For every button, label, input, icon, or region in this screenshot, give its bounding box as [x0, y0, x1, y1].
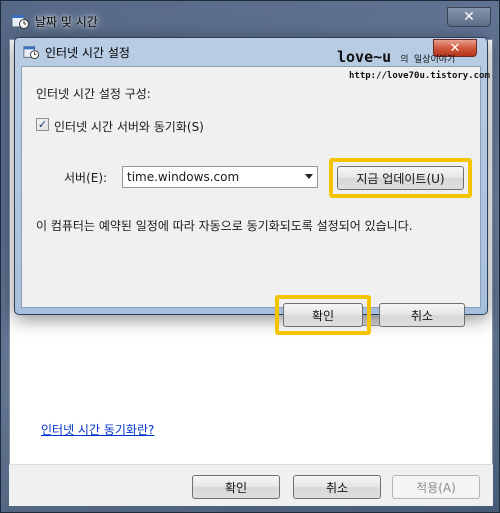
window-title: 날짜 및 시간 — [35, 14, 98, 29]
apply-button[interactable]: 적용(A) — [392, 475, 480, 499]
dialog-title: 인터넷 시간 설정 — [45, 45, 130, 60]
cancel-button[interactable]: 취소 — [293, 475, 381, 499]
date-time-titlebar: 날짜 및 시간 — [1, 1, 499, 41]
sync-checkbox[interactable]: ✓ — [36, 118, 49, 131]
clock-calendar-icon — [23, 46, 39, 60]
config-label: 인터넷 시간 설정 구성: — [36, 87, 151, 101]
server-label: 서버(E): — [64, 171, 108, 185]
dialog-cancel-button[interactable]: 취소 — [379, 303, 465, 327]
watermark-url: http://love70u.tistory.com — [349, 71, 490, 81]
ok-button[interactable]: 확인 — [192, 475, 280, 499]
watermark-title-suffix: 의 일상이야기 — [400, 55, 456, 65]
watermark-title: love~u 의 일상이야기 — [337, 48, 455, 66]
status-message: 이 컴퓨터는 예약된 일정에 따라 자동으로 동기화되도록 설정되어 있습니다. — [36, 219, 413, 233]
chevron-down-icon — [305, 174, 313, 179]
dialog-ok-button[interactable]: 확인 — [283, 303, 363, 327]
window-close-button[interactable]: ✕ — [447, 7, 491, 27]
check-icon: ✓ — [37, 118, 48, 131]
internet-time-help-link[interactable]: 인터넷 시간 동기화란? — [41, 421, 154, 438]
clock-calendar-icon — [11, 14, 29, 29]
internet-time-dialog: 인터넷 시간 설정 ✕ 인터넷 시간 설정 구성: ✓ 인터넷 시간 서버와 동… — [14, 37, 490, 335]
watermark-title-main: love~u — [337, 48, 392, 66]
close-icon: ✕ — [463, 9, 475, 25]
dialog-body: 인터넷 시간 설정 구성: ✓ 인터넷 시간 서버와 동기화(S) 서버(E):… — [21, 66, 481, 335]
server-select[interactable]: time.windows.com — [122, 166, 318, 188]
server-value: time.windows.com — [127, 170, 240, 184]
update-now-button[interactable]: 지금 업데이트(U) — [337, 166, 464, 190]
sync-checkbox-label[interactable]: 인터넷 시간 서버와 동기화(S) — [54, 118, 204, 135]
